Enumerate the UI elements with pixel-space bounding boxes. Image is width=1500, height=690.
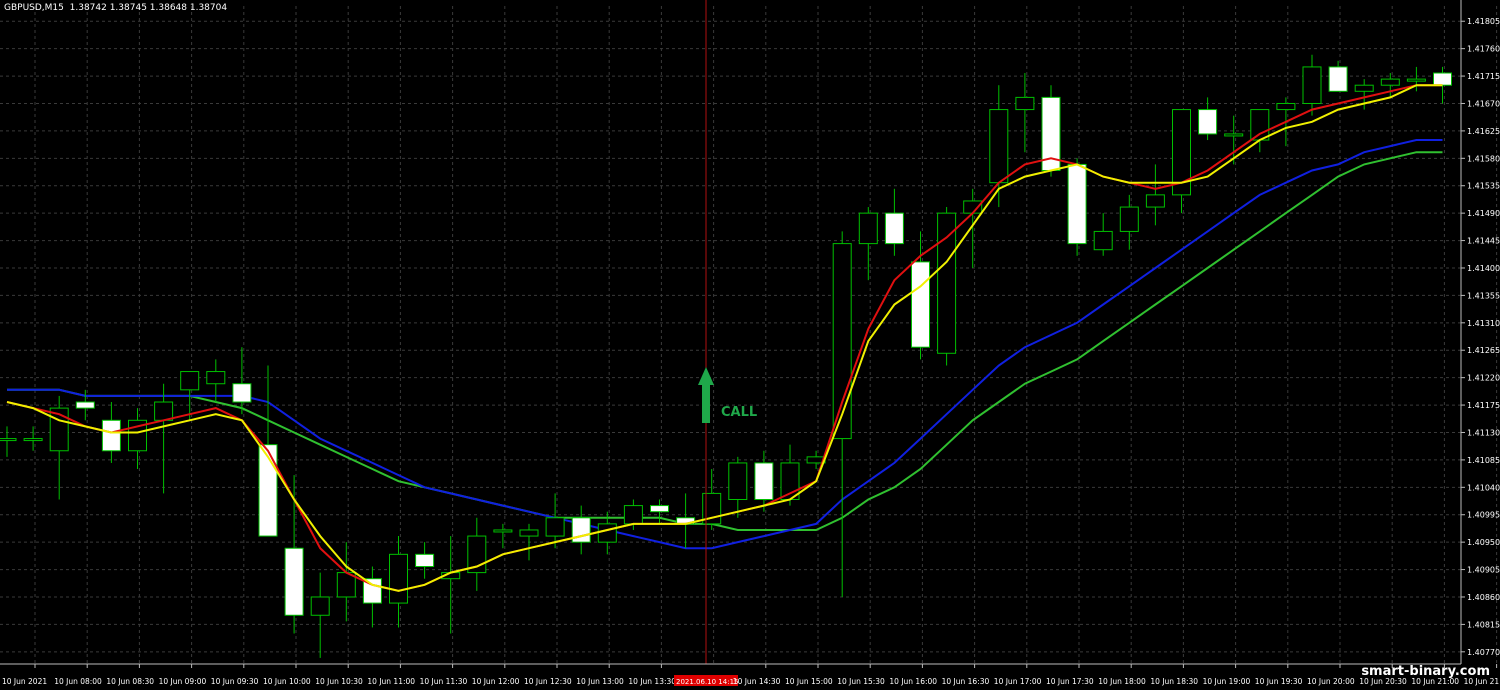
candle-body [519,529,539,537]
candle-body [1380,78,1400,86]
time-tick-label: 10 Jun 18:30 [1150,677,1198,686]
candle-body [415,553,435,568]
candle-body [884,212,904,245]
time-tick-label: 10 Jun 15:30 [837,677,885,686]
candle-body [310,596,330,616]
candle-body [1015,96,1035,111]
candle-body [389,553,408,604]
candle-body [989,109,1009,184]
time-tick-label: 10 Jun 19:30 [1255,677,1303,686]
price-tick-label: 1.41400 [1467,264,1500,273]
candle-body [623,505,643,525]
call-label: CALL [721,405,758,420]
price-tick-label: 1.40815 [1467,620,1500,629]
time-tick-label: 10 Jun 09:30 [211,677,259,686]
cursor-time-label: 2021.06.10 14:15 [676,678,738,686]
candle-body [911,261,930,348]
candle-body [728,462,748,501]
candle-body [937,212,957,354]
candle-body [1328,66,1348,92]
price-tick-label: 1.41490 [1467,209,1500,218]
price-tick-label: 1.41130 [1467,428,1500,437]
time-tick-label: 10 Jun 10:30 [315,677,363,686]
candle-body [493,529,513,533]
price-tick-label: 1.41535 [1467,182,1500,191]
candle-body [101,419,121,452]
time-tick-label: 10 Jun 2021 [2,677,47,686]
candle-body [1276,102,1296,111]
price-tick-label: 1.41085 [1467,456,1500,465]
candle-body [1354,84,1374,92]
candle-body [154,401,174,421]
time-tick-label: 10 Jun 20:00 [1307,677,1355,686]
candle-body [1067,163,1087,245]
price-tick-label: 1.41220 [1467,374,1500,383]
candle-body [0,438,17,442]
time-tick-label: 10 Jun 17:30 [1046,677,1094,686]
candle-body [650,505,669,513]
time-tick-label: 10 Jun 18:00 [1098,677,1146,686]
price-tick-label: 1.41265 [1467,346,1500,355]
candle-body [832,243,852,440]
candle-body [1093,230,1113,251]
price-tick-label: 1.41670 [1467,99,1500,108]
candle-body [1433,72,1452,86]
candle-body [180,371,200,391]
ohlc-values: 1.38742 1.38745 1.38648 1.38704 [69,3,228,13]
price-tick-label: 1.40860 [1467,593,1500,602]
price-tick-label: 1.41715 [1467,72,1500,81]
time-tick-label: 10 Jun 08:00 [54,677,102,686]
candle-body [858,212,878,245]
bear-candle [1067,158,1087,256]
candle-body [1250,109,1270,141]
candle-body [597,523,617,543]
price-tick-label: 1.41175 [1467,401,1500,410]
time-tick-label: 10 Jun 09:00 [159,677,207,686]
bear-candle [1041,85,1061,177]
candle-body [1145,194,1165,208]
candle-body [1302,66,1322,104]
time-tick-label: 10 Jun 12:30 [524,677,572,686]
time-tick-label: 10 Jun 13:00 [576,677,624,686]
candle-body [23,438,43,442]
candle-body [1198,109,1218,135]
candle-body [75,401,95,409]
time-tick-label: 10 Jun 11:00 [367,677,415,686]
time-tick-label: 10 Jun 13:30 [628,677,676,686]
candle-body [754,462,774,501]
time-tick-label: 10 Jun 11:30 [420,677,468,686]
candle-body [1406,78,1426,82]
price-tick-label: 1.41355 [1467,291,1500,300]
price-tick-label: 1.41760 [1467,45,1500,54]
price-tick-label: 1.41445 [1467,237,1500,246]
time-tick-label: 10 Jun 08:30 [106,677,154,686]
price-tick-label: 1.40905 [1467,566,1500,575]
candle-body [232,383,252,403]
time-tick-label: 10 Jun 10:00 [263,677,311,686]
candle-body [545,517,565,537]
candle-body [206,371,226,385]
time-tick-label: 10 Jun 16:30 [942,677,990,686]
candle-body [284,547,304,616]
symbol-label: GBPUSD,M15 [4,3,64,13]
price-chart[interactable]: 1.41805 1.41760 1.41715 1.41670 1.41625 1.415… [0,0,1500,690]
price-tick-label: 1.40995 [1467,511,1500,520]
price-tick-label: 1.40770 [1467,648,1500,657]
price-tick-label: 1.41040 [1467,483,1500,492]
time-tick-label: 10 Jun 19:00 [1203,677,1251,686]
watermark: smart-binary.com [1361,664,1490,679]
chart-header: GBPUSD,M15 1.38742 1.38745 1.38648 1.387… [4,3,227,13]
candle-body [1224,133,1244,137]
candle-body [1119,206,1139,232]
time-tick-label: 10 Jun 17:00 [994,677,1042,686]
time-tick-label: 10 Jun 15:00 [785,677,833,686]
time-tick-label: 10 Jun 16:00 [889,677,937,686]
price-tick-label: 1.41580 [1467,154,1500,163]
price-tick-label: 1.40950 [1467,538,1500,547]
price-tick-label: 1.41805 [1467,17,1500,26]
price-tick-label: 1.41310 [1467,319,1500,328]
price-tick-label: 1.41625 [1467,127,1500,136]
time-tick-label: 10 Jun 12:00 [472,677,520,686]
time-tick-label: 10 Jun 14:30 [733,677,781,686]
